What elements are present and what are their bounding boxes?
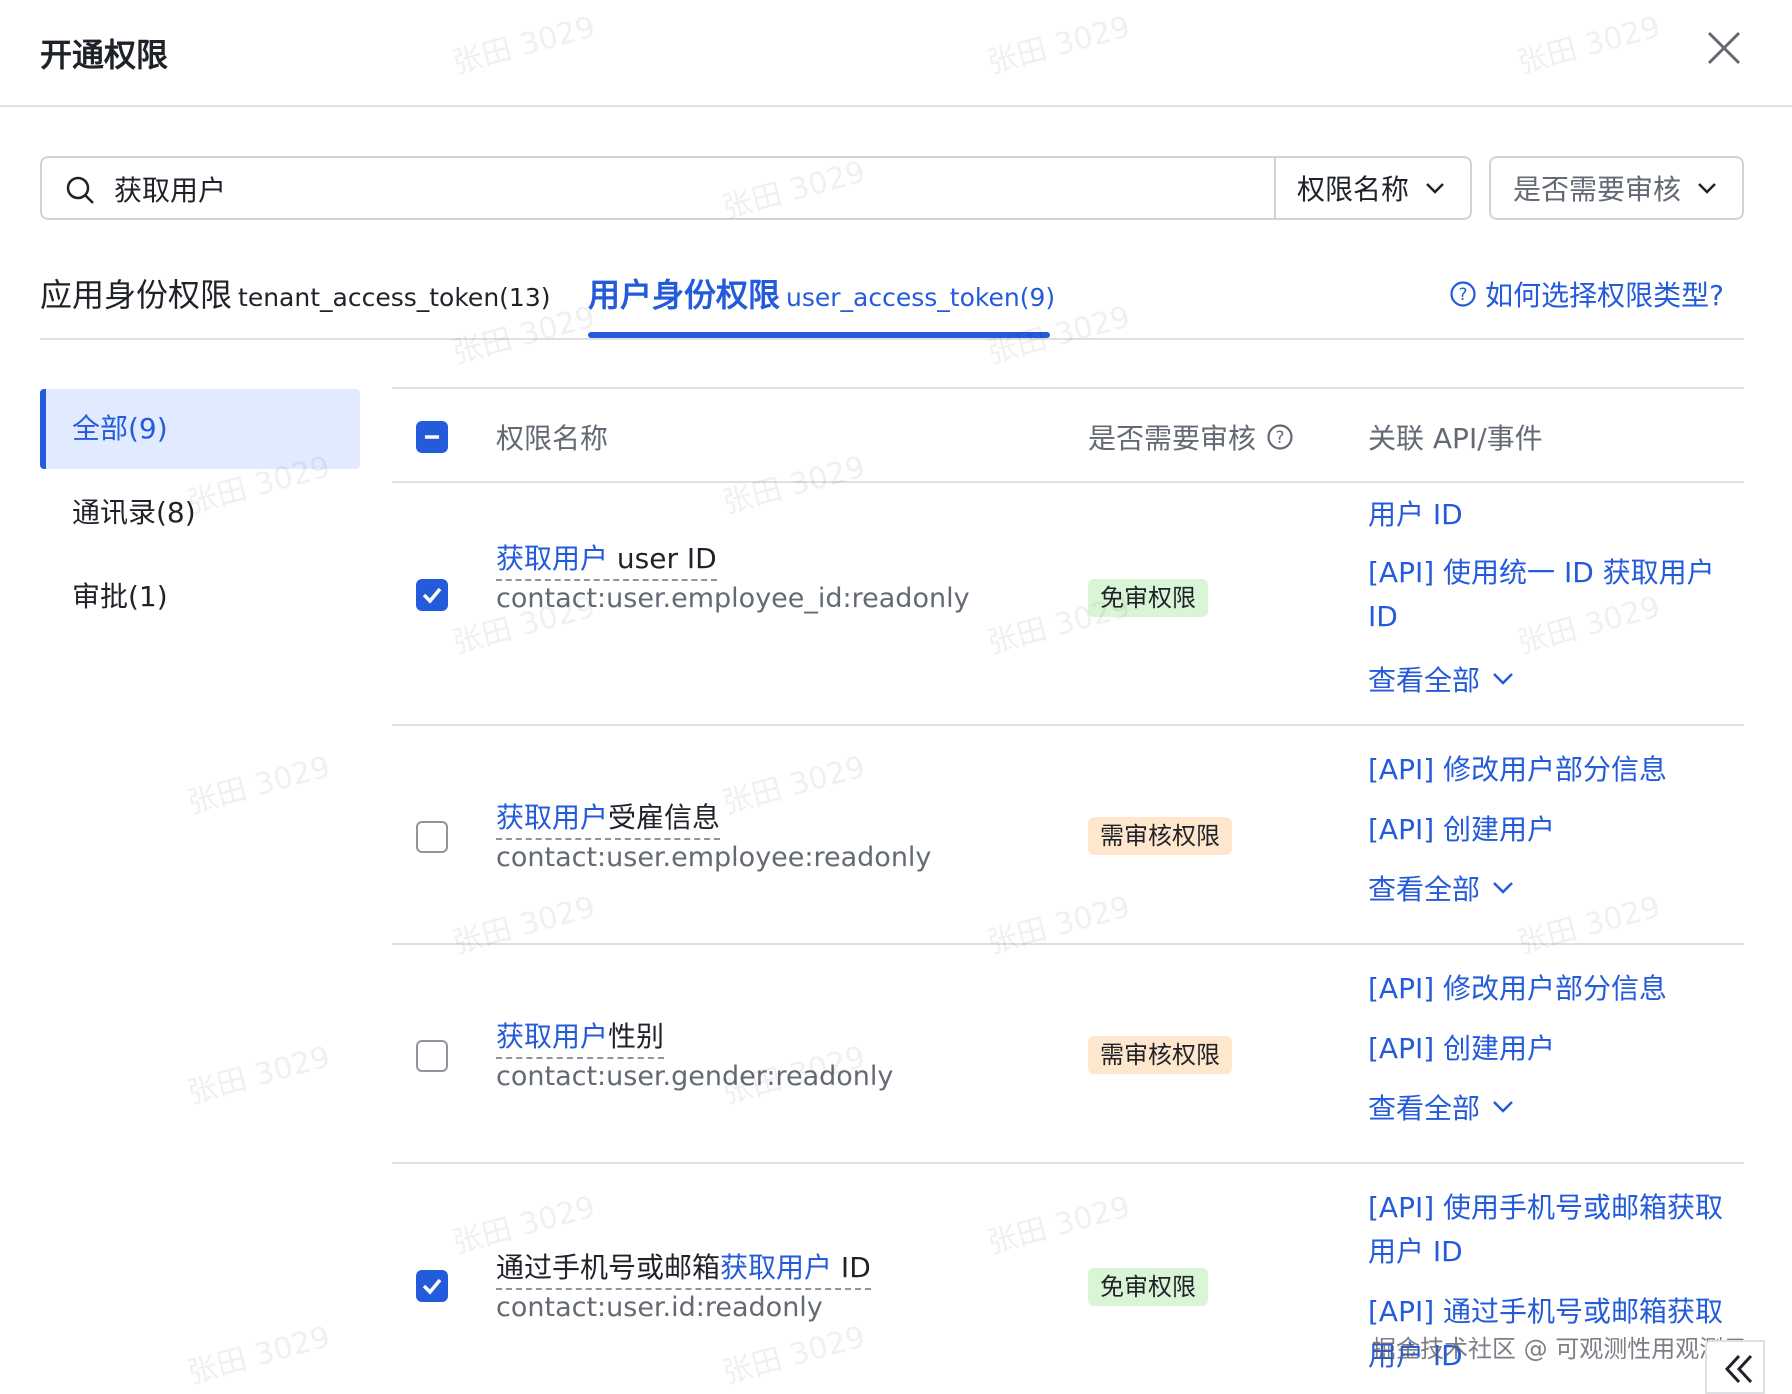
permission-name[interactable]: 获取用户性别: [496, 1015, 665, 1059]
close-icon[interactable]: [1703, 27, 1745, 69]
tab-user-label: 用户身份权限: [588, 276, 781, 314]
help-link-label: 如何选择权限类型?: [1485, 279, 1724, 312]
view-all-label: 查看全部: [1368, 664, 1481, 697]
related-api-link[interactable]: [API] 创建用户: [1368, 808, 1728, 852]
related-api-link[interactable]: [API] 创建用户: [1368, 1027, 1728, 1071]
row-checkbox[interactable]: [416, 579, 448, 611]
help-link[interactable]: ? 如何选择权限类型?: [1449, 274, 1724, 314]
row-checkbox[interactable]: [416, 1040, 448, 1072]
header-review: 是否需要审核 ?: [1088, 417, 1294, 457]
double-chevron-left-icon: [1724, 1354, 1753, 1384]
permission-name-highlight: 获取用户: [496, 542, 609, 575]
sidebar-item-contacts[interactable]: 通讯录(8): [40, 473, 360, 553]
tab-tenant-token[interactable]: 应用身份权限 tenant_access_token(13): [40, 270, 550, 316]
search-divider: [1274, 158, 1276, 218]
permission-name-rest: 性别: [608, 1020, 665, 1053]
chevron-down-icon: [1493, 882, 1513, 894]
related-api-link[interactable]: 用户 ID: [1368, 493, 1728, 537]
dialog-title: 开通权限: [40, 36, 169, 74]
permission-name-highlight: 获取用户: [496, 1020, 609, 1053]
status-badge: 免审权限: [1088, 579, 1208, 617]
chevron-down-icon: [1493, 1101, 1513, 1113]
check-icon: [422, 1278, 442, 1295]
permission-name-rest: ID: [832, 1251, 871, 1284]
view-all-button[interactable]: 查看全部: [1368, 659, 1514, 699]
dialog-header: 开通权限: [0, 0, 1792, 107]
tab-user-sub: user_access_token(9): [786, 283, 1056, 312]
footer-watermark: 掘金技术社区 @ 可观测性用观测云: [1372, 1335, 1748, 1363]
status-badge: 需审核权限: [1088, 817, 1232, 855]
permission-code: contact:user.employee:readonly: [496, 842, 932, 873]
permission-name[interactable]: 获取用户 user ID: [496, 537, 717, 581]
row-checkbox[interactable]: [416, 821, 448, 853]
tab-tenant-label: 应用身份权限: [40, 276, 233, 314]
related-api-link[interactable]: [API] 使用手机号或邮箱获取 用户 ID: [1368, 1186, 1738, 1274]
table-row: 获取用户 user ID contact:user.employee_id:re…: [392, 483, 1744, 726]
table-row: 获取用户受雇信息 contact:user.employee:readonly …: [392, 726, 1744, 945]
permission-name[interactable]: 通过手机号或邮箱获取用户 ID: [496, 1246, 871, 1290]
permission-name-rest: user ID: [608, 542, 717, 575]
field-select-label: 权限名称: [1297, 173, 1410, 206]
select-all-checkbox[interactable]: [416, 421, 448, 453]
watermark: 张田 3029: [183, 749, 334, 822]
watermark: 张田 3029: [183, 1319, 334, 1392]
table-header: 权限名称 是否需要审核 ? 关联 API/事件: [392, 387, 1744, 483]
watermark: 张田 3029: [183, 1039, 334, 1112]
chevron-down-icon: [1426, 183, 1444, 194]
row-checkbox[interactable]: [416, 1270, 448, 1302]
question-circle-icon: ?: [1450, 281, 1476, 307]
check-icon: [422, 587, 442, 604]
chevron-down-icon: [1493, 673, 1513, 685]
search-icon: [66, 176, 94, 204]
related-api-link[interactable]: [API] 修改用户部分信息: [1368, 748, 1728, 792]
search-input[interactable]: [114, 170, 1294, 208]
collapse-button[interactable]: [1705, 1340, 1765, 1394]
chevron-down-icon: [1698, 183, 1716, 194]
status-badge: 免审权限: [1088, 1268, 1208, 1306]
review-filter-label: 是否需要审核: [1513, 173, 1682, 206]
sidebar-item-label: 通讯录(8): [72, 496, 196, 529]
svg-text:?: ?: [1459, 285, 1468, 305]
minus-icon: [425, 435, 439, 439]
view-all-label: 查看全部: [1368, 1092, 1481, 1125]
header-review-label: 是否需要审核: [1088, 422, 1257, 455]
svg-text:?: ?: [1276, 428, 1285, 448]
view-all-button[interactable]: 查看全部: [1368, 868, 1514, 908]
permission-name-prefix: 通过手机号或邮箱: [496, 1251, 721, 1284]
permission-name-highlight: 获取用户: [496, 801, 609, 834]
view-all-label: 查看全部: [1368, 873, 1481, 906]
header-related-api: 关联 API/事件: [1368, 422, 1543, 455]
sidebar-item-label: 审批(1): [72, 580, 168, 613]
status-badge: 需审核权限: [1088, 1036, 1232, 1074]
question-circle-icon[interactable]: ?: [1266, 423, 1294, 451]
tab-user-token[interactable]: 用户身份权限 user_access_token(9): [588, 270, 1055, 316]
permission-tabs: 应用身份权限 tenant_access_token(13) 用户身份权限 user…: [40, 262, 1744, 340]
search-box: 权限名称: [40, 156, 1472, 220]
tab-tenant-sub: tenant_access_token(13): [238, 283, 551, 312]
sidebar-item-label: 全部(9): [72, 412, 168, 445]
field-select[interactable]: 权限名称: [1297, 158, 1445, 218]
active-tab-indicator: [588, 332, 1050, 338]
permission-code: contact:user.employee_id:readonly: [496, 583, 970, 614]
permission-name-rest: 受雇信息: [608, 801, 721, 834]
table-row: 获取用户性别 contact:user.gender:readonly 需审核权…: [392, 945, 1744, 1164]
related-api-link[interactable]: [API] 修改用户部分信息: [1368, 967, 1728, 1011]
review-filter-select[interactable]: 是否需要审核: [1489, 156, 1744, 220]
permission-name-highlight: 获取用户: [720, 1251, 833, 1284]
header-permission-name: 权限名称: [496, 422, 609, 455]
permission-code: contact:user.gender:readonly: [496, 1061, 894, 1092]
permission-code: contact:user.id:readonly: [496, 1292, 823, 1323]
sidebar-item-approval[interactable]: 审批(1): [40, 557, 360, 637]
view-all-button[interactable]: 查看全部: [1368, 1087, 1514, 1127]
related-api-link[interactable]: [API] 使用统一 ID 获取用户 ID: [1368, 551, 1728, 639]
sidebar-item-all[interactable]: 全部(9): [40, 389, 360, 469]
permission-name[interactable]: 获取用户受雇信息: [496, 796, 721, 840]
